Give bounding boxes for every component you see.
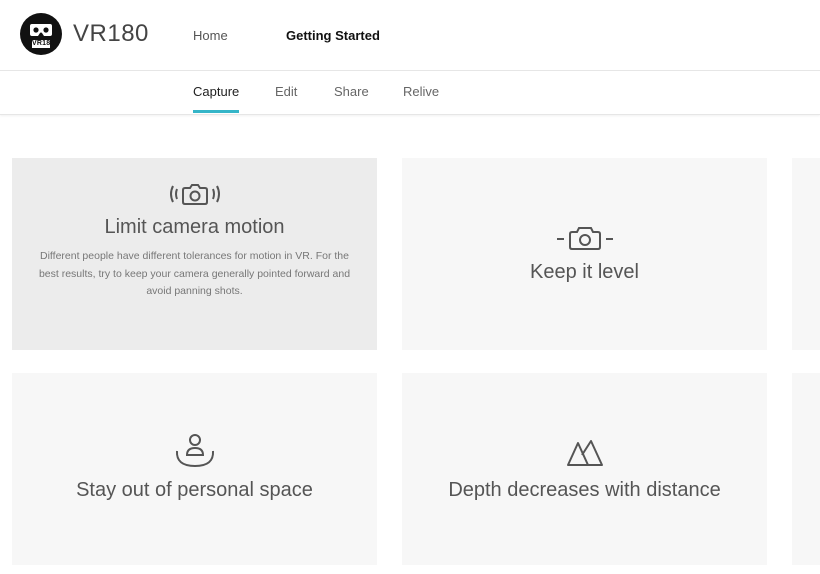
card-title: Stay out of personal space bbox=[76, 479, 313, 501]
logo-text: VR180 bbox=[32, 40, 55, 48]
section-tabs: Capture Edit Share Relive bbox=[0, 71, 820, 115]
brand-name: VR180 bbox=[73, 20, 149, 47]
card-title: Depth decreases with distance bbox=[448, 479, 721, 501]
headset-icon bbox=[30, 24, 52, 36]
card-depth-decreases-with-distance[interactable]: Depth decreases with distance bbox=[402, 373, 767, 565]
camera-motion-icon bbox=[12, 180, 377, 208]
tab-capture[interactable]: Capture bbox=[193, 84, 239, 99]
personal-space-icon bbox=[12, 433, 377, 469]
card-title: Keep it level bbox=[530, 261, 639, 283]
vr180-logo[interactable]: VR180 bbox=[20, 13, 62, 55]
camera-level-icon bbox=[402, 224, 767, 252]
card-title: Limit camera motion bbox=[104, 216, 285, 238]
tab-edit[interactable]: Edit bbox=[275, 84, 297, 99]
top-navigation-bar: VR180 VR180 Home Getting Started bbox=[0, 0, 820, 71]
active-tab-indicator bbox=[193, 110, 239, 113]
nav-home-link[interactable]: Home bbox=[193, 28, 228, 43]
tab-share[interactable]: Share bbox=[334, 84, 369, 99]
nav-getting-started-link[interactable]: Getting Started bbox=[286, 28, 380, 43]
card-stay-out-of-personal-space[interactable]: Stay out of personal space bbox=[12, 373, 377, 565]
card-limit-camera-motion[interactable]: Limit camera motion Different people hav… bbox=[12, 158, 377, 350]
card-description: Different people have different toleranc… bbox=[38, 250, 351, 297]
mountains-icon bbox=[402, 437, 767, 467]
card-keep-it-level[interactable]: Keep it level bbox=[402, 158, 767, 350]
card-partial[interactable] bbox=[792, 373, 820, 565]
tab-relive[interactable]: Relive bbox=[403, 84, 439, 99]
card-partial[interactable] bbox=[792, 158, 820, 350]
